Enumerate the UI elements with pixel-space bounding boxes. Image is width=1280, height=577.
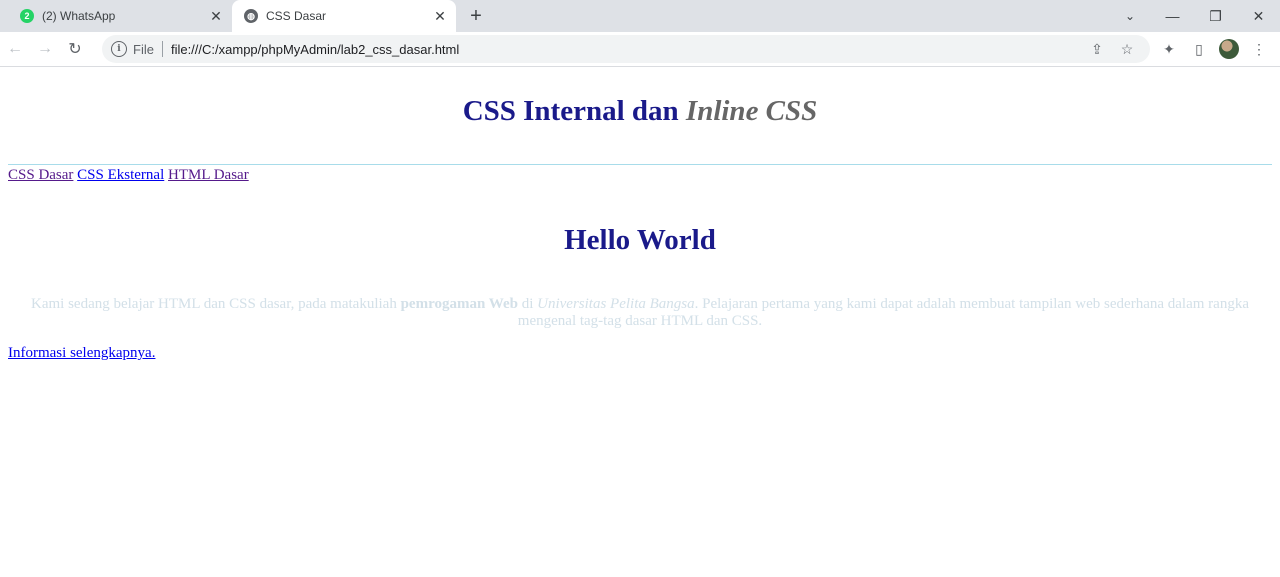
side-panel-icon[interactable]: ▯	[1184, 34, 1214, 64]
minimize-icon[interactable]: —	[1151, 0, 1194, 32]
heading-text: CSS Internal dan	[462, 95, 686, 127]
heading-italic-text: Inline CSS	[685, 95, 818, 127]
window-controls: — ❐ ✕	[1151, 0, 1280, 32]
nav-link-css-eksternal[interactable]: CSS Eksternal	[77, 167, 164, 183]
intro-text: di	[517, 296, 538, 312]
new-tab-button[interactable]: +	[464, 4, 488, 28]
avatar	[1219, 39, 1239, 59]
tab-whatsapp[interactable]: 2 (2) WhatsApp ✕	[8, 0, 232, 32]
star-icon[interactable]: ☆	[1112, 39, 1142, 59]
scheme-label: File	[133, 41, 154, 57]
tab-title: CSS Dasar	[266, 9, 327, 23]
more-info-link[interactable]: Informasi selengkapnya.	[8, 345, 155, 362]
url-text[interactable]: file:///C:/xampp/phpMyAdmin/lab2_css_das…	[171, 42, 459, 57]
close-icon[interactable]: ✕	[206, 6, 226, 26]
more-menu-icon[interactable]: ⋮	[1244, 34, 1274, 64]
nav-link-css-dasar[interactable]: CSS Dasar	[8, 167, 73, 183]
tab-title: (2) WhatsApp	[42, 9, 116, 23]
address-bar[interactable]: i File file:///C:/xampp/phpMyAdmin/lab2_…	[102, 35, 1150, 63]
back-arrow-icon[interactable]: ←	[0, 34, 30, 64]
page-title: CSS Internal dan Inline CSS	[0, 95, 1280, 128]
whatsapp-icon: 2	[20, 9, 34, 23]
hello-heading: Hello World	[564, 224, 716, 256]
nav-link-html-dasar[interactable]: HTML Dasar	[168, 167, 249, 183]
share-icon[interactable]: ⇪	[1082, 39, 1112, 59]
profile-avatar[interactable]	[1214, 34, 1244, 64]
intro-text: Kami sedang belajar HTML dan CSS dasar, …	[31, 296, 401, 312]
intro-bold: pemrogaman Web	[400, 296, 518, 312]
reload-icon[interactable]: ↻	[60, 34, 90, 64]
extensions-icon[interactable]: ✦	[1154, 34, 1184, 64]
info-icon[interactable]: i	[111, 41, 127, 57]
divider	[161, 41, 163, 57]
close-window-icon[interactable]: ✕	[1237, 0, 1280, 32]
restore-icon[interactable]: ❐	[1194, 0, 1237, 32]
intro-italic: Universitas Pelita Bangsa	[537, 296, 695, 312]
nav-links: CSS Dasar CSS Eksternal HTML Dasar	[8, 167, 249, 184]
close-icon[interactable]: ✕	[430, 6, 450, 26]
globe-icon: ◍	[244, 9, 258, 23]
divider-line	[8, 164, 1272, 165]
intro-paragraph: Kami sedang belajar HTML dan CSS dasar, …	[20, 296, 1260, 330]
tab-strip: 2 (2) WhatsApp ✕ ◍ CSS Dasar ✕ + ⌄ — ❐ ✕	[0, 0, 1280, 32]
forward-arrow-icon[interactable]: →	[30, 34, 60, 64]
chevron-down-icon[interactable]: ⌄	[1118, 0, 1142, 32]
tab-css-dasar[interactable]: ◍ CSS Dasar ✕	[232, 0, 456, 32]
browser-toolbar: ← → ↻ i File file:///C:/xampp/phpMyAdmin…	[0, 32, 1280, 67]
